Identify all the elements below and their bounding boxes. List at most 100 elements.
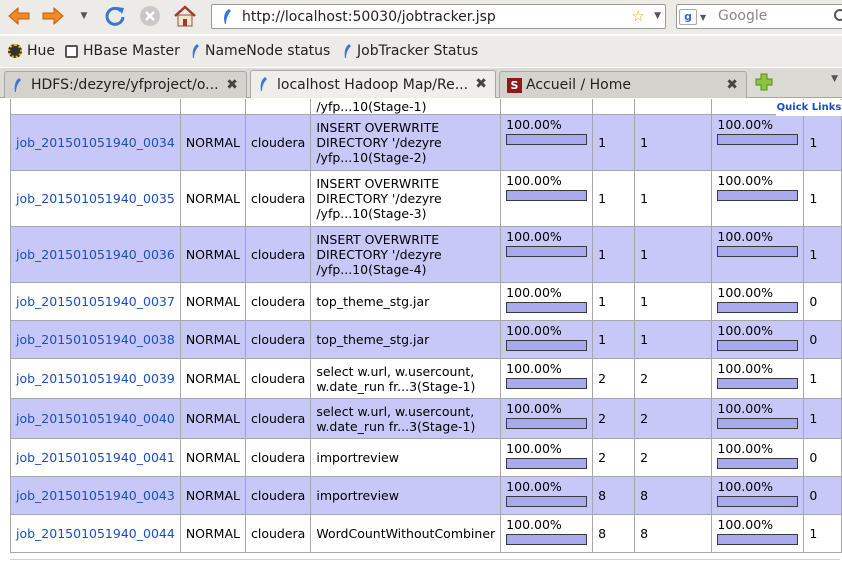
- back-arrow-icon: [8, 6, 30, 26]
- map-total: 8: [592, 476, 636, 515]
- job-name: importreview: [310, 476, 502, 515]
- job-id-link[interactable]: job_201501051940_0036: [16, 247, 175, 262]
- job-priority: NORMAL: [179, 114, 247, 171]
- map-total: 1: [592, 170, 636, 227]
- tab-list-dropdown[interactable]: ▼: [831, 74, 838, 84]
- bookmark-star-icon[interactable]: ☆: [632, 7, 645, 25]
- job-id-link[interactable]: job_201501051940_0040: [16, 411, 175, 426]
- bookmark-namenode-status[interactable]: NameNode status: [190, 43, 330, 59]
- search-placeholder: Google: [718, 8, 768, 24]
- map-completed: 1: [634, 320, 713, 359]
- job-id-cell: job_201501051940_0044: [10, 514, 181, 553]
- s-logo-icon: S: [507, 78, 522, 93]
- chevron-down-icon: ▼: [80, 11, 88, 21]
- tab-accueil-home[interactable]: S Accueil / Home ✖: [499, 71, 747, 98]
- job-id-cell: job_201501051940_0040: [10, 398, 181, 439]
- progress-bar: [717, 378, 799, 389]
- home-button[interactable]: [172, 3, 198, 29]
- progress-bar: [717, 246, 799, 257]
- reduce-total: 0: [803, 438, 842, 477]
- job-id-link[interactable]: job_201501051940_0039: [16, 371, 175, 386]
- reduce-total: 1: [803, 114, 842, 171]
- job-name-line: DIRECTORY '/dezyre: [316, 247, 442, 262]
- stop-button[interactable]: [137, 3, 163, 29]
- tab-hadoop-map-reduce[interactable]: localhost Hadoop Map/Re... ✖: [250, 70, 496, 98]
- job-priority: NORMAL: [179, 358, 247, 399]
- tab-hdfs[interactable]: HDFS:/dezyre/yfproject/o... ✖: [4, 71, 247, 98]
- progress-bar: [717, 340, 799, 351]
- divider: [10, 559, 840, 560]
- progress-bar: [717, 302, 799, 313]
- progress-percent: 100.00%: [717, 229, 774, 244]
- close-tab-icon[interactable]: ✖: [475, 76, 487, 92]
- forward-button[interactable]: [40, 3, 66, 29]
- job-user: cloudera: [244, 476, 312, 515]
- job-id-link[interactable]: job_201501051940_0041: [16, 450, 175, 465]
- search-icon[interactable]: [833, 8, 842, 24]
- hadoop-feather-icon: [192, 44, 199, 58]
- progress-percent: 100.00%: [506, 323, 562, 338]
- job-name-line: select w.url, w.usercount,: [316, 363, 475, 379]
- job-priority: NORMAL: [179, 398, 247, 439]
- url-history-dropdown[interactable]: ▼: [654, 11, 661, 21]
- url-text: http://localhost:50030/jobtracker.jsp: [242, 8, 496, 25]
- completed-jobs-table: /yfp...10(Stage-1) job_201501051940_0034…: [10, 99, 842, 553]
- plus-icon: [755, 73, 773, 91]
- map-progress: 100.00%: [500, 320, 594, 359]
- reduce-total: 1: [803, 358, 842, 399]
- reduce-progress: 100.00%: [711, 320, 805, 359]
- job-name-line: top_theme_stg.jar: [316, 332, 430, 347]
- reduce-progress: 100.00%: [711, 476, 805, 515]
- bookmark-hbase-master[interactable]: HBase Master: [65, 43, 180, 59]
- hadoop-feather-icon: [344, 44, 351, 58]
- search-engine-selector[interactable]: g ▼: [679, 8, 713, 26]
- job-name: select w.url, w.usercount, w.date_run fr.…: [310, 358, 502, 399]
- job-priority: NORMAL: [179, 282, 247, 321]
- job-user: cloudera: [244, 170, 312, 227]
- quick-links-link[interactable]: Quick Links: [776, 100, 842, 116]
- progress-bar: [506, 458, 588, 469]
- progress-bar: [717, 190, 799, 201]
- map-progress: 100.00%: [500, 514, 594, 553]
- table-row: job_201501051940_0041 NORMAL cloudera impor…: [10, 438, 842, 477]
- hue-icon: [8, 44, 22, 58]
- progress-percent: 100.00%: [506, 285, 562, 300]
- close-tab-icon[interactable]: ✖: [226, 77, 238, 93]
- job-id-link[interactable]: job_201501051940_0037: [16, 294, 175, 309]
- map-progress: 100.00%: [500, 282, 594, 321]
- job-id-link[interactable]: job_201501051940_0043: [16, 488, 175, 503]
- bookmark-hue[interactable]: Hue: [8, 43, 55, 59]
- map-completed: 8: [634, 476, 713, 515]
- search-box[interactable]: g ▼ Google: [676, 4, 842, 29]
- job-name-line: WordCountWithoutCombiner: [316, 526, 496, 541]
- job-name: select w.url, w.usercount, w.date_run fr.…: [310, 398, 502, 439]
- new-tab-button[interactable]: [754, 72, 774, 92]
- job-id-cell: job_201501051940_0038: [10, 320, 181, 359]
- job-name: top_theme_stg.jar: [310, 320, 502, 359]
- map-total: 1: [592, 320, 636, 359]
- job-id-link[interactable]: job_201501051940_0044: [16, 526, 175, 541]
- table-row: job_201501051940_0034 NORMAL cloudera INSER…: [10, 114, 842, 171]
- progress-bar: [506, 190, 588, 201]
- tab-strip: HDFS:/dezyre/yfproject/o... ✖ localhost …: [0, 68, 842, 98]
- address-bar[interactable]: http://localhost:50030/jobtracker.jsp ☆ …: [211, 4, 666, 29]
- progress-bar: [717, 534, 799, 545]
- bookmark-jobtracker-status[interactable]: JobTracker Status: [342, 43, 478, 59]
- progress-percent: 100.00%: [506, 441, 562, 456]
- job-user: cloudera: [244, 398, 312, 439]
- table-row: job_201501051940_0040 NORMAL cloudera selec…: [10, 398, 842, 439]
- history-dropdown[interactable]: ▼: [76, 3, 92, 29]
- job-id-link[interactable]: job_201501051940_0034: [16, 135, 175, 150]
- reload-button[interactable]: [102, 3, 128, 29]
- map-progress: 100.00%: [500, 226, 594, 283]
- job-id-link[interactable]: job_201501051940_0038: [16, 332, 175, 347]
- progress-bar: [717, 134, 799, 145]
- table-row: job_201501051940_0039 NORMAL cloudera selec…: [10, 358, 842, 399]
- back-button[interactable]: [6, 3, 32, 29]
- job-id-link[interactable]: job_201501051940_0035: [16, 191, 175, 206]
- close-tab-icon[interactable]: ✖: [726, 77, 738, 93]
- progress-percent: 100.00%: [717, 401, 774, 416]
- table-row: job_201501051940_0035 NORMAL cloudera INSER…: [10, 170, 842, 227]
- job-priority: NORMAL: [179, 476, 247, 515]
- progress-bar: [506, 246, 588, 257]
